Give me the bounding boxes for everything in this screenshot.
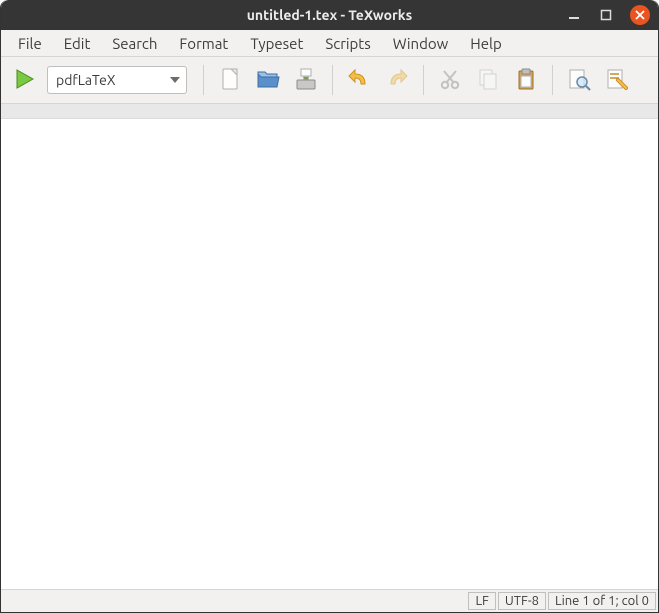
engine-combo-label: pdfLaTeX xyxy=(56,72,116,88)
window-root: untitled-1.tex - TeXworks File Edit Sear… xyxy=(0,0,659,613)
menu-format[interactable]: Format xyxy=(168,30,239,56)
paste-button[interactable] xyxy=(508,62,544,98)
titlebar: untitled-1.tex - TeXworks xyxy=(1,0,658,30)
menu-help[interactable]: Help xyxy=(459,30,512,56)
toolbar-separator xyxy=(423,65,424,95)
menu-scripts[interactable]: Scripts xyxy=(314,30,381,56)
new-button[interactable] xyxy=(212,62,248,98)
copy-button[interactable] xyxy=(470,62,506,98)
undo-icon xyxy=(346,66,372,95)
chevron-down-icon xyxy=(170,72,180,88)
menubar: File Edit Search Format Typeset Scripts … xyxy=(1,30,658,57)
redo-button[interactable] xyxy=(379,62,415,98)
replace-button[interactable] xyxy=(599,62,635,98)
redo-icon xyxy=(384,66,410,95)
window-controls xyxy=(566,0,650,30)
find-button[interactable] xyxy=(561,62,597,98)
close-button[interactable] xyxy=(630,5,650,25)
window-title: untitled-1.tex - TeXworks xyxy=(247,7,413,23)
status-line-ending[interactable]: LF xyxy=(468,592,495,610)
new-file-icon xyxy=(217,66,243,95)
search-icon xyxy=(566,66,592,95)
save-button[interactable] xyxy=(288,62,324,98)
minimize-button[interactable] xyxy=(566,7,582,23)
menu-window[interactable]: Window xyxy=(382,30,460,56)
toolbar-separator xyxy=(203,65,204,95)
clipboard-icon xyxy=(513,66,539,95)
copy-icon xyxy=(475,66,501,95)
save-icon xyxy=(293,66,319,95)
editor-header-strip xyxy=(1,104,658,119)
statusbar: LF UTF-8 Line 1 of 1; col 0 xyxy=(1,589,658,612)
status-encoding[interactable]: UTF-8 xyxy=(498,592,546,610)
undo-button[interactable] xyxy=(341,62,377,98)
cut-button[interactable] xyxy=(432,62,468,98)
status-cursor-position[interactable]: Line 1 of 1; col 0 xyxy=(548,592,656,610)
menu-typeset[interactable]: Typeset xyxy=(239,30,314,56)
toolbar: pdfLaTeX xyxy=(1,57,658,104)
menu-file[interactable]: File xyxy=(7,30,53,56)
scissors-icon xyxy=(437,66,463,95)
typeset-button[interactable] xyxy=(7,63,41,97)
replace-icon xyxy=(604,66,630,95)
engine-combo[interactable]: pdfLaTeX xyxy=(47,66,187,94)
toolbar-separator xyxy=(332,65,333,95)
play-icon xyxy=(13,68,35,93)
toolbar-separator xyxy=(552,65,553,95)
menu-search[interactable]: Search xyxy=(101,30,168,56)
open-button[interactable] xyxy=(250,62,286,98)
menu-edit[interactable]: Edit xyxy=(53,30,102,56)
open-folder-icon xyxy=(255,66,281,95)
maximize-button[interactable] xyxy=(598,7,614,23)
editor-textarea[interactable] xyxy=(1,119,658,589)
